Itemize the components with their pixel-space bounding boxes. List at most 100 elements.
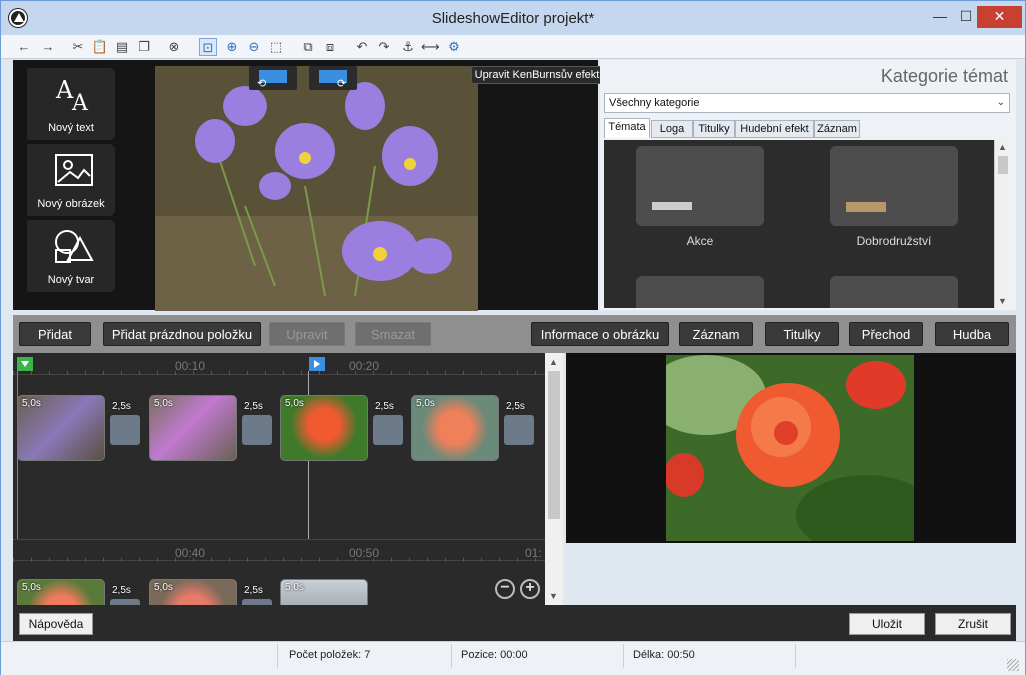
delete-button[interactable]: Smazat: [355, 322, 431, 346]
zoom-out-timeline-icon[interactable]: −: [495, 579, 515, 599]
output-preview: [566, 353, 1016, 543]
zoom-out-icon[interactable]: ⊖: [245, 38, 263, 56]
transition-thumbnail[interactable]: 2,5s: [242, 401, 272, 445]
tab-music-effect[interactable]: Hudební efekt: [735, 120, 814, 138]
status-item-count: Počet položek: 7: [289, 649, 371, 661]
redo-icon[interactable]: ↷: [375, 38, 393, 56]
record-button[interactable]: Záznam: [679, 322, 753, 346]
back-arrow-icon[interactable]: ←: [15, 38, 33, 56]
theme-categories-panel: Kategorie témat Všechny kategorie ⌄ Téma…: [600, 60, 1016, 310]
slide-preview-image[interactable]: [155, 66, 478, 311]
send-back-icon[interactable]: ⧈: [321, 38, 339, 56]
new-image-label: Nový obrázek: [37, 198, 105, 210]
clip-thumbnail[interactable]: 5,0s: [280, 579, 368, 605]
themes-scrollbar[interactable]: ▲ ▼: [994, 140, 1010, 308]
clip-thumbnail[interactable]: 5,0s: [17, 579, 105, 605]
timeline[interactable]: 00:10 00:20 5,0s 2,5s 5,0s 2,5s 5,0s 2,5…: [13, 353, 563, 605]
window-title: SlideshowEditor projekt*: [431, 10, 595, 27]
transition-thumbnail[interactable]: 2,5s: [110, 401, 140, 445]
timeline-scrollbar[interactable]: ▲ ▼: [545, 353, 563, 605]
title-bar: SlideshowEditor projekt* — ☐ ✕: [1, 1, 1025, 35]
cut-icon[interactable]: ✂: [69, 38, 87, 56]
add-button[interactable]: Přidat: [19, 322, 91, 346]
music-button[interactable]: Hudba: [935, 322, 1009, 346]
close-button[interactable]: ✕: [977, 6, 1022, 28]
themes-grid: Akce Dobrodružství ▲ ▼: [604, 140, 1010, 308]
paste-icon[interactable]: ▤: [113, 38, 131, 56]
editor-panel: A A Nový text Nový obrázek Nový tvar ⟲ ⟳…: [13, 60, 603, 311]
action-bar: Přidat Přidat prázdnou položku Upravit S…: [13, 315, 1016, 353]
rotate-left-button[interactable]: ⟲: [249, 66, 297, 90]
bring-front-icon[interactable]: ⧉: [299, 38, 317, 56]
picture-icon: [55, 154, 93, 186]
rotate-right-button[interactable]: ⟳: [309, 66, 357, 90]
forward-arrow-icon[interactable]: →: [39, 38, 57, 56]
start-marker[interactable]: [17, 357, 33, 371]
scroll-down-icon[interactable]: ▼: [549, 591, 558, 601]
copy-icon[interactable]: ❐: [135, 38, 153, 56]
timeline-ruler[interactable]: 00:10 00:20: [13, 353, 545, 375]
status-length: Délka: 00:50: [633, 649, 695, 661]
categories-title: Kategorie témat: [880, 66, 1008, 86]
rotate-left-icon: ⟲: [257, 78, 267, 90]
new-text-label: Nový text: [48, 122, 94, 134]
shapes-icon: [55, 230, 94, 263]
tab-subtitles[interactable]: Titulky: [693, 120, 735, 138]
theme-card-action[interactable]: [636, 146, 764, 226]
rotate-right-icon: ⟳: [337, 78, 347, 90]
clip-thumbnail[interactable]: 5,0s: [149, 395, 237, 461]
tab-logos[interactable]: Loga: [651, 120, 693, 138]
scroll-down-icon[interactable]: ▼: [998, 296, 1007, 306]
theme-label-action: Akce: [686, 234, 714, 248]
theme-card-adventure[interactable]: [830, 146, 958, 226]
timeline-ruler[interactable]: 00:40 00:50 01:: [13, 539, 545, 562]
new-image-tool[interactable]: Nový obrázek: [27, 144, 115, 216]
category-dropdown[interactable]: Všechny kategorie ⌄: [604, 93, 1010, 113]
clip-thumbnail[interactable]: 5,0s: [411, 395, 499, 461]
clip-thumbnail[interactable]: 5,0s: [149, 579, 237, 605]
anchor-icon[interactable]: ⚓: [399, 38, 417, 56]
minimize-button[interactable]: —: [927, 6, 953, 28]
undo-icon[interactable]: ↶: [353, 38, 371, 56]
theme-label-adventure: Dobrodružství: [856, 234, 932, 248]
help-button[interactable]: Nápověda: [19, 613, 93, 635]
clipboard-icon[interactable]: 📋: [91, 38, 109, 56]
tab-themes[interactable]: Témata: [604, 118, 650, 138]
resize-grip-icon[interactable]: [1007, 659, 1019, 671]
clip-thumbnail[interactable]: 5,0s: [280, 395, 368, 461]
new-shape-label: Nový tvar: [47, 274, 95, 286]
zoom-select-icon[interactable]: ⬚: [267, 38, 285, 56]
kenburns-effect-button[interactable]: Upravit KenBurnsův efekt: [471, 66, 603, 84]
delete-icon[interactable]: ⊗: [165, 38, 183, 56]
scrollbar-thumb[interactable]: [998, 156, 1008, 174]
flip-icon[interactable]: ⟷: [421, 38, 440, 56]
subtitles-button[interactable]: Titulky: [765, 322, 839, 346]
save-button[interactable]: Uložit: [849, 613, 925, 635]
transition-thumbnail[interactable]: 2,5s: [504, 401, 534, 445]
zoom-fit-icon[interactable]: ⊡: [199, 38, 217, 56]
status-bar: Počet položek: 7 Pozice: 00:00 Délka: 00…: [1, 641, 1025, 675]
cancel-button[interactable]: Zrušit: [935, 613, 1011, 635]
scroll-up-icon[interactable]: ▲: [998, 142, 1007, 152]
new-text-tool[interactable]: A A Nový text: [27, 68, 115, 140]
theme-card[interactable]: [636, 276, 764, 308]
zoom-in-icon[interactable]: ⊕: [223, 38, 241, 56]
theme-card[interactable]: [830, 276, 958, 308]
clip-thumbnail[interactable]: 5,0s: [17, 395, 105, 461]
app-window: SlideshowEditor projekt* — ☐ ✕ ← → ✂ 📋 ▤…: [0, 0, 1026, 675]
scroll-up-icon[interactable]: ▲: [549, 357, 558, 367]
zoom-in-timeline-icon[interactable]: +: [520, 579, 540, 599]
category-dropdown-value: Všechny kategorie: [609, 97, 700, 109]
scrollbar-thumb[interactable]: [548, 371, 560, 519]
settings-gear-icon[interactable]: ⚙: [445, 38, 463, 56]
image-info-button[interactable]: Informace o obrázku: [531, 322, 669, 346]
transition-thumbnail[interactable]: 2,5s: [373, 401, 403, 445]
tab-record[interactable]: Záznam: [814, 120, 860, 138]
edit-button[interactable]: Upravit: [269, 322, 345, 346]
toolbar: ← → ✂ 📋 ▤ ❐ ⊗ ⊡ ⊕ ⊖ ⬚ ⧉ ⧈ ↶ ↷ ⚓ ⟷ ⚙: [1, 35, 1025, 59]
new-shape-tool[interactable]: Nový tvar: [27, 220, 115, 292]
playhead-marker[interactable]: [309, 357, 325, 371]
maximize-button[interactable]: ☐: [953, 6, 979, 28]
add-empty-item-button[interactable]: Přidat prázdnou položku: [103, 322, 261, 346]
transition-button[interactable]: Přechod: [849, 322, 923, 346]
